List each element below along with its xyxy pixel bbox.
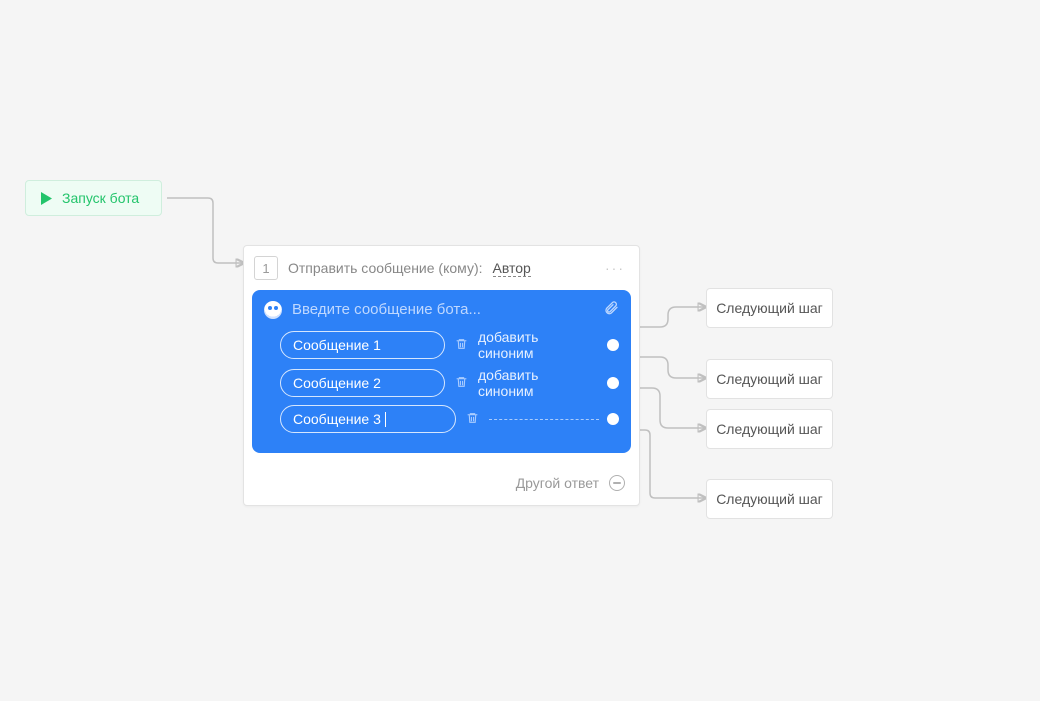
other-output-port[interactable] [609,475,625,491]
add-synonym-link[interactable]: добавить синоним [478,329,589,361]
bot-avatar-icon [264,301,282,319]
add-synonym-link[interactable]: добавить синоним [478,367,589,399]
reply-input[interactable]: Сообщение 2 [280,369,445,397]
reply-output-port[interactable] [607,339,619,351]
message-input-placeholder[interactable]: Введите сообщение бота... [292,301,593,318]
trash-icon[interactable] [455,337,468,354]
other-answer-row: Другой ответ [244,461,639,505]
next-step-node[interactable]: Следующий шаг [706,359,833,399]
next-step-label: Следующий шаг [716,491,823,507]
reply-input[interactable]: Сообщение 3 [280,405,456,433]
reply-row: Сообщение 1 добавить синоним [264,329,619,361]
start-node-label: Запуск бота [62,190,139,206]
reply-label: Сообщение 2 [293,375,381,391]
card-header: 1 Отправить сообщение (кому): Автор ··· [244,246,639,290]
reply-row: Сообщение 2 добавить синоним [264,367,619,399]
play-icon [41,192,52,205]
reply-input[interactable]: Сообщение 1 [280,331,445,359]
reply-label: Сообщение 1 [293,337,381,353]
reply-label: Сообщение 3 [293,411,381,427]
connector-dots [489,419,599,420]
reply-output-port[interactable] [607,413,619,425]
trash-icon[interactable] [466,411,479,428]
other-answer-label: Другой ответ [516,475,599,491]
reply-row: Сообщение 3 [264,405,619,433]
more-icon[interactable]: ··· [605,260,625,276]
start-node[interactable]: Запуск бота [25,180,162,216]
next-step-label: Следующий шаг [716,300,823,316]
recipient-link[interactable]: Автор [493,260,531,277]
message-card: 1 Отправить сообщение (кому): Автор ··· … [243,245,640,506]
send-to-label: Отправить сообщение (кому): [288,260,483,276]
next-step-label: Следующий шаг [716,421,823,437]
reply-output-port[interactable] [607,377,619,389]
next-step-label: Следующий шаг [716,371,823,387]
message-body: Введите сообщение бота... Сообщение 1 до… [252,290,631,453]
attachment-icon[interactable] [603,300,619,319]
text-cursor [385,412,386,427]
next-step-node[interactable]: Следующий шаг [706,409,833,449]
trash-icon[interactable] [455,375,468,392]
next-step-node[interactable]: Следующий шаг [706,479,833,519]
next-step-node[interactable]: Следующий шаг [706,288,833,328]
step-number-badge: 1 [254,256,278,280]
